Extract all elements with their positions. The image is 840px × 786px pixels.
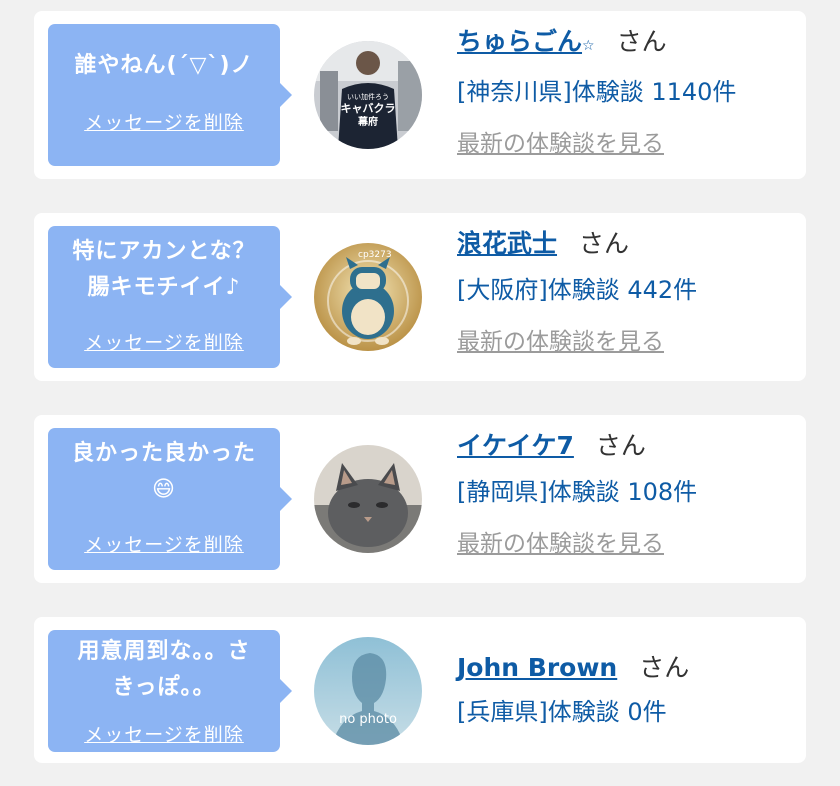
avatar-text: cp3273: [358, 250, 392, 260]
username-link[interactable]: ちゅらごん: [457, 27, 582, 56]
message-line: きっぽ。。: [112, 675, 216, 700]
person-photo-icon: いい加件ろう キャバクラ 幕府: [314, 41, 422, 149]
message-bubble: 用意周到な。。さ きっぽ。。 メッセージを削除: [48, 630, 292, 752]
message-list: 誰やねん(´▽`)ノ メッセージを削除 いい加件ろう キャバクラ 幕府 ちゅらご…: [0, 0, 840, 786]
avatar[interactable]: cp3273: [314, 243, 422, 351]
message-line: 腸キモチイイ♪: [87, 275, 241, 300]
prefecture-count: [兵庫県]体験談 0件: [457, 698, 667, 726]
message-bubble: 良かった良かった 😄 メッセージを削除: [48, 428, 292, 570]
honorific: さん: [639, 653, 690, 682]
name-line: イケイケ7 さん: [457, 431, 697, 461]
avatar[interactable]: no photo: [314, 637, 422, 745]
avatar-text: 幕府: [357, 115, 378, 128]
latest-stories-link[interactable]: 最新の体験談を見る: [457, 529, 697, 559]
prefecture-count: [静岡県]体験談 108件: [457, 478, 698, 506]
message-bubble: 特にアカンとな？ 腸キモチイイ♪ メッセージを削除: [48, 226, 292, 368]
user-info: John Brown さん [兵庫県]体験談 0件: [457, 653, 689, 727]
avatar-text: いい加件ろう: [347, 92, 389, 101]
message-line: 特にアカンとな？: [72, 239, 256, 264]
latest-stories-link[interactable]: 最新の体験談を見る: [457, 327, 697, 357]
message-line: 😄: [152, 477, 176, 502]
avatar[interactable]: いい加件ろう キャバクラ 幕府: [314, 41, 422, 149]
message-card: 良かった良かった 😄 メッセージを削除 イケイケ7 さん [静岡県]体験談 10…: [34, 415, 806, 583]
message-card: 用意周到な。。さ きっぽ。。 メッセージを削除 no photo John Br…: [34, 617, 806, 763]
message-text: 良かった良かった 😄: [48, 428, 280, 508]
user-info: イケイケ7 さん [静岡県]体験談 108件 最新の体験談を見る: [457, 431, 697, 559]
message-text: 誰やねん(´▽`)ノ: [48, 24, 280, 84]
honorific: さん: [579, 229, 630, 258]
prefecture-count: [大阪府]体験談 442件: [457, 276, 698, 304]
honorific: さん: [595, 431, 646, 460]
message-text: 特にアカンとな？ 腸キモチイイ♪: [48, 226, 280, 306]
snorlax-photo-icon: cp3273: [314, 243, 422, 351]
delete-message-link[interactable]: メッセージを削除: [48, 720, 280, 747]
message-card: 特にアカンとな？ 腸キモチイイ♪ メッセージを削除 cp3273 浪花武士 さん…: [34, 213, 806, 381]
message-line: 良かった良かった: [71, 441, 256, 466]
username-link[interactable]: 浪花武士: [457, 229, 557, 258]
username-link[interactable]: John Brown: [457, 653, 617, 682]
honorific: さん: [616, 27, 667, 56]
avatar-text: キャバクラ: [341, 102, 396, 115]
message-bubble: 誰やねん(´▽`)ノ メッセージを削除: [48, 24, 292, 166]
message-text: 用意周到な。。さ きっぽ。。: [48, 630, 280, 706]
avatar[interactable]: [314, 445, 422, 553]
user-info: 浪花武士 さん [大阪府]体験談 442件 最新の体験談を見る: [457, 229, 697, 357]
name-line: ちゅらごん☆ さん: [457, 27, 736, 61]
delete-message-link[interactable]: メッセージを削除: [48, 108, 280, 135]
delete-message-link[interactable]: メッセージを削除: [48, 530, 280, 557]
message-card: 誰やねん(´▽`)ノ メッセージを削除 いい加件ろう キャバクラ 幕府 ちゅらご…: [34, 11, 806, 179]
name-line: John Brown さん: [457, 653, 689, 683]
prefecture-count: [神奈川県]体験談 1140件: [457, 78, 737, 106]
delete-message-link[interactable]: メッセージを削除: [48, 328, 280, 355]
message-line: 誰やねん(´▽`)ノ: [74, 53, 254, 78]
user-info: ちゅらごん☆ さん [神奈川県]体験談 1140件 最新の体験談を見る: [457, 27, 736, 159]
cat-photo-icon: [314, 445, 422, 553]
latest-stories-link[interactable]: 最新の体験談を見る: [457, 129, 736, 159]
message-line: 用意周到な。。さ: [77, 639, 251, 664]
username-link[interactable]: イケイケ7: [457, 431, 574, 460]
name-star: ☆: [582, 38, 595, 54]
avatar-text: no photo: [339, 712, 397, 727]
name-line: 浪花武士 さん: [457, 229, 697, 259]
no-photo-silhouette-icon: no photo: [314, 637, 422, 745]
